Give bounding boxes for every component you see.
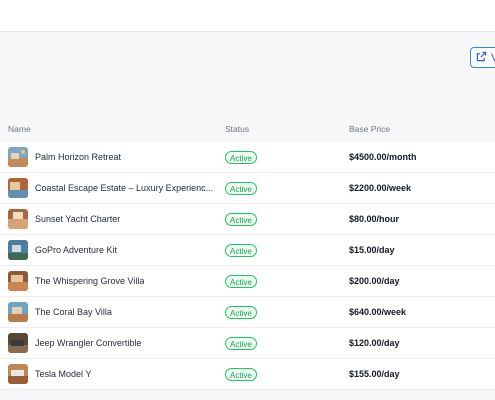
table-row[interactable]: Tesla Model Y Active $155.00/day (0, 359, 495, 390)
column-header-base-price[interactable]: Base Price (349, 124, 390, 134)
listing-name[interactable]: GoPro Adventure Kit (35, 235, 117, 266)
listing-name[interactable]: Tesla Model Y (35, 359, 91, 390)
top-bar (0, 0, 495, 32)
listing-name[interactable]: The Coral Bay Villa (35, 297, 112, 328)
status-badge: Active (225, 151, 257, 164)
listing-thumbnail (8, 147, 28, 167)
status-badge: Active (225, 368, 257, 381)
table-row[interactable]: Palm Horizon Retreat Active $4500.00/mon… (0, 142, 495, 173)
listing-name[interactable]: Palm Horizon Retreat (35, 142, 121, 173)
base-price: $200.00/day (349, 276, 400, 286)
status-badge: Active (225, 244, 257, 257)
table-header: Name Status Base Price (0, 116, 495, 142)
column-header-status[interactable]: Status (225, 124, 249, 134)
listing-thumbnail (8, 209, 28, 229)
table-row[interactable]: Jeep Wrangler Convertible Active $120.00… (0, 328, 495, 359)
table-row[interactable]: The Coral Bay Villa Active $640.00/week (0, 297, 495, 328)
listing-thumbnail (8, 240, 28, 260)
table-row[interactable]: The Whispering Grove Villa Active $200.0… (0, 266, 495, 297)
base-price: $2200.00/week (349, 183, 412, 193)
listing-thumbnail (8, 178, 28, 198)
table-row[interactable]: Coastal Escape Estate – Luxury Experienc… (0, 173, 495, 204)
base-price: $120.00/day (349, 338, 400, 348)
base-price: $15.00/day (349, 245, 395, 255)
table-row[interactable]: Sunset Yacht Charter Active $80.00/hour (0, 204, 495, 235)
listing-thumbnail (8, 364, 28, 384)
view-button-label: V (491, 51, 495, 64)
listing-name[interactable]: The Whispering Grove Villa (35, 266, 144, 297)
column-header-name[interactable]: Name (8, 124, 31, 134)
view-button[interactable]: V (470, 47, 495, 68)
external-link-icon (476, 51, 487, 65)
listing-name[interactable]: Sunset Yacht Charter (35, 204, 120, 235)
status-badge: Active (225, 213, 257, 226)
base-price: $80.00/hour (349, 214, 400, 224)
listing-thumbnail (8, 333, 28, 353)
listing-name[interactable]: Jeep Wrangler Convertible (35, 328, 141, 359)
listing-thumbnail (8, 302, 28, 322)
listing-name[interactable]: Coastal Escape Estate – Luxury Experienc… (35, 173, 213, 204)
status-badge: Active (225, 337, 257, 350)
base-price: $4500.00/month (349, 152, 417, 162)
status-badge: Active (225, 182, 257, 195)
status-badge: Active (225, 306, 257, 319)
base-price: $155.00/day (349, 369, 400, 379)
table-row[interactable]: GoPro Adventure Kit Active $15.00/day (0, 235, 495, 266)
listing-thumbnail (8, 271, 28, 291)
status-badge: Active (225, 275, 257, 288)
base-price: $640.00/week (349, 307, 407, 317)
table-body: Palm Horizon Retreat Active $4500.00/mon… (0, 142, 495, 390)
